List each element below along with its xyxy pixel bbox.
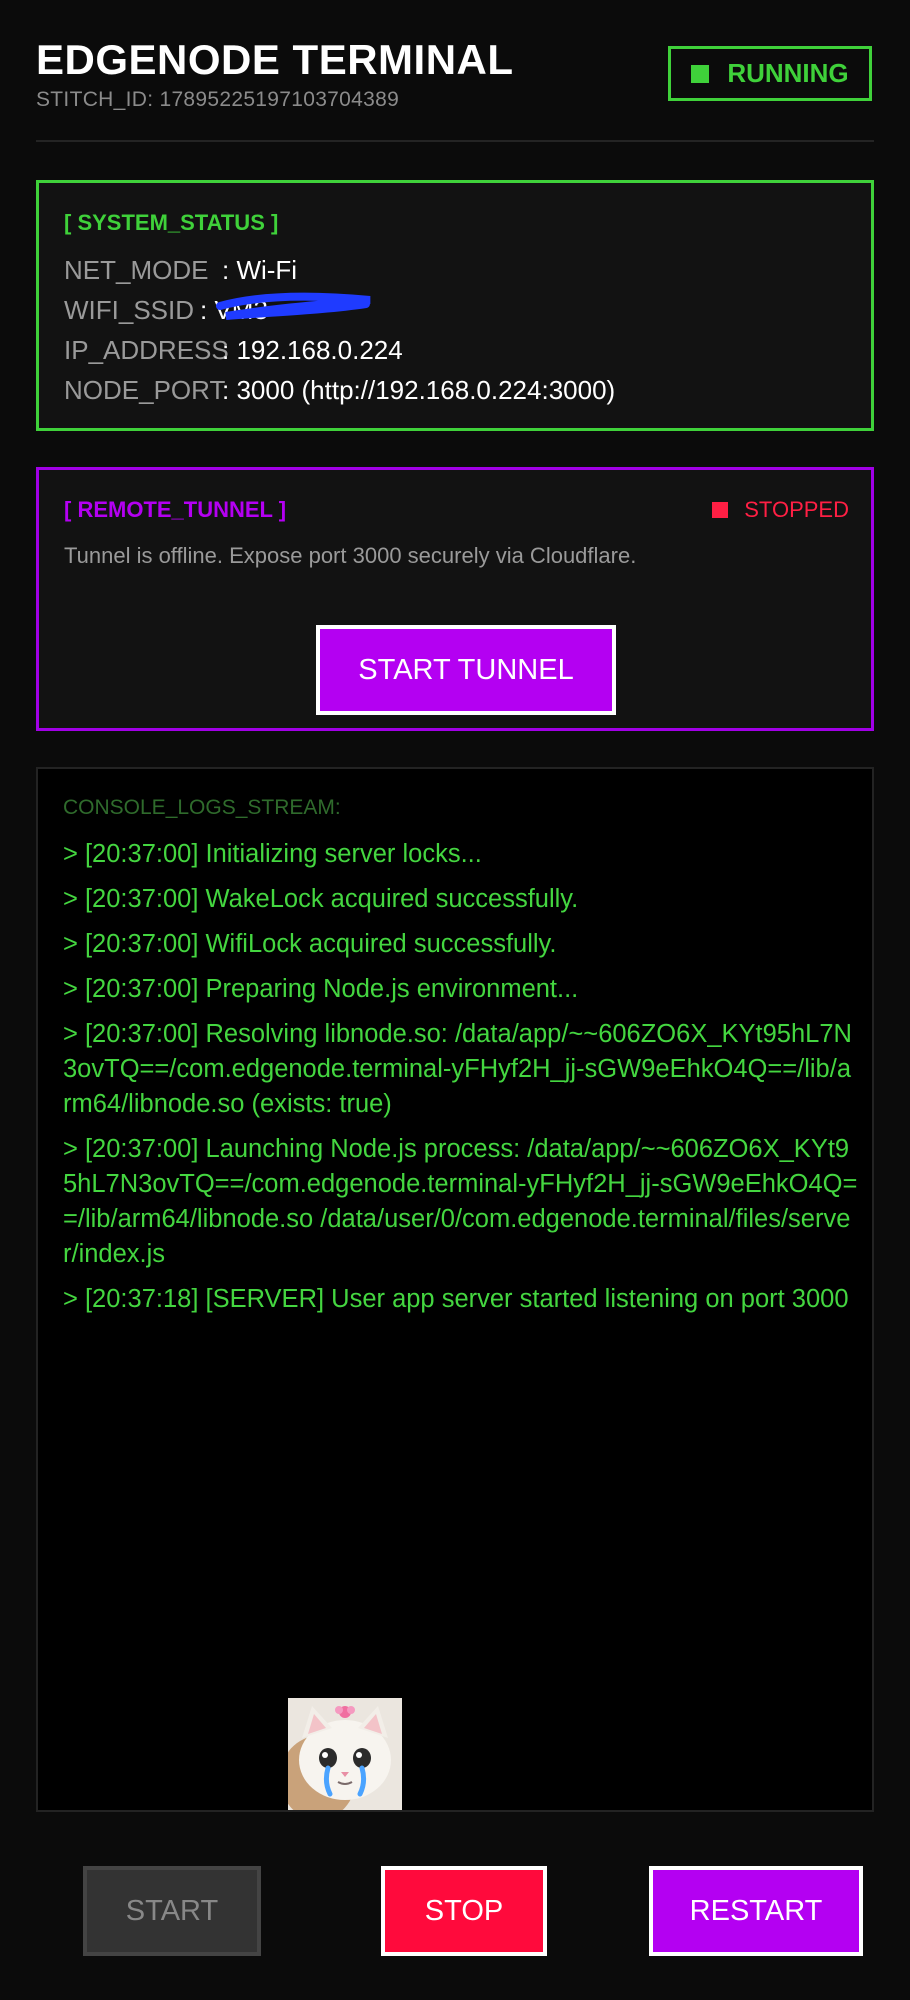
console-log-list: > [20:37:00] Initializing server locks..…: [63, 837, 858, 1327]
log-line: > [20:37:00] WakeLock acquired successfu…: [63, 885, 579, 913]
log-line: > [20:37:18] [SERVER] User app server st…: [63, 1285, 849, 1313]
start-tunnel-button[interactable]: START TUNNEL: [316, 625, 616, 715]
running-indicator-icon: [691, 64, 710, 83]
log-line: > [20:37:00] Launching Node.js process: …: [63, 1135, 858, 1268]
node-port-value: : 3000 (http://192.168.0.224:3000): [222, 375, 616, 405]
tunnel-description: Tunnel is offline. Expose port 3000 secu…: [64, 543, 637, 568]
server-status-label: RUNNING: [727, 58, 849, 88]
remote-tunnel-title: [ REMOTE_TUNNEL ]: [64, 497, 287, 522]
system-status-title: [ SYSTEM_STATUS ]: [64, 210, 279, 235]
tunnel-status: STOPPED: [712, 497, 849, 523]
remote-tunnel-panel: [ REMOTE_TUNNEL ] STOPPED Tunnel is offl…: [36, 467, 874, 731]
log-line: > [20:37:00] WifiLock acquired successfu…: [63, 930, 557, 958]
stitch-id: STITCH_ID: 17895225197103704389: [36, 88, 400, 111]
net-mode-key: NET_MODE: [64, 255, 209, 285]
ip-address-value: : 192.168.0.224: [222, 335, 403, 365]
log-line: > [20:37:00] Preparing Node.js environme…: [63, 975, 579, 1003]
log-line: > [20:37:00] Initializing server locks..…: [63, 840, 482, 868]
cat-face-icon: [288, 1698, 402, 1810]
wifi-ssid-value: : VM3: [200, 295, 268, 325]
stopped-indicator-icon: [712, 502, 729, 518]
node-port-key: NODE_PORT: [64, 375, 226, 405]
tunnel-status-label: STOPPED: [744, 497, 849, 522]
wifi-ssid-key: WIFI_SSID: [64, 295, 195, 325]
header-divider: [36, 140, 874, 142]
log-line: > [20:37:00] Resolving libnode.so: /data…: [63, 1020, 852, 1118]
net-mode-value: : Wi-Fi: [222, 255, 298, 285]
crying-cat-sticker-image: [288, 1698, 402, 1810]
console-log-panel[interactable]: CONSOLE_LOGS_STREAM: > [20:37:00] Initia…: [36, 767, 874, 1812]
start-server-button[interactable]: START: [83, 1866, 261, 1956]
system-status-panel: [ SYSTEM_STATUS ] NET_MODE : Wi-Fi WIFI_…: [36, 180, 874, 431]
restart-server-button[interactable]: RESTART: [649, 1866, 863, 1956]
server-status-badge: RUNNING: [668, 46, 872, 101]
stop-server-button[interactable]: STOP: [381, 1866, 547, 1956]
console-title: CONSOLE_LOGS_STREAM:: [63, 796, 341, 819]
ip-address-key: IP_ADDRESS: [64, 335, 229, 365]
edgenode-terminal-screen: EDGENODE TERMINAL STITCH_ID: 17895225197…: [0, 0, 910, 2000]
app-title: EDGENODE TERMINAL: [36, 36, 514, 83]
